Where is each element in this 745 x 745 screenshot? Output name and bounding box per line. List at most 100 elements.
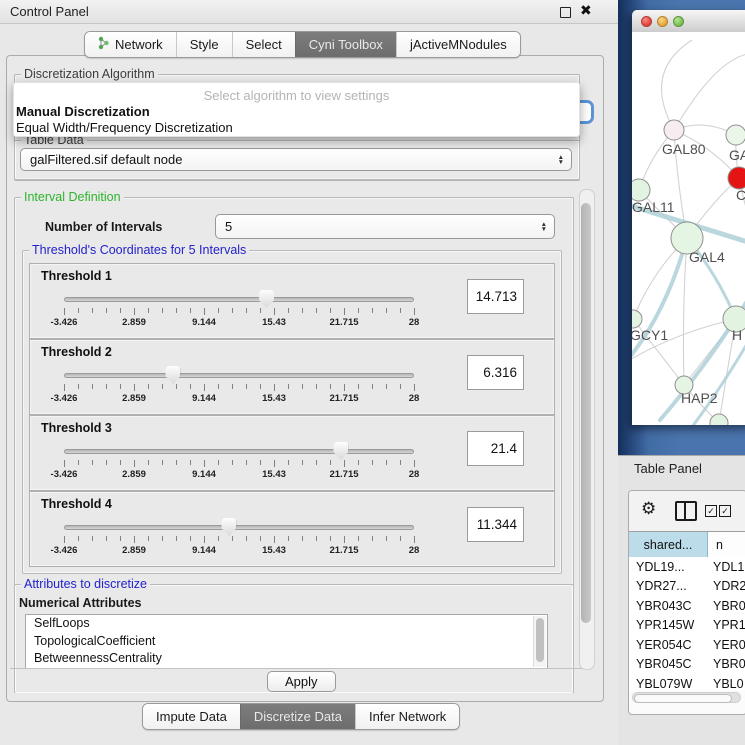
tab-cyni-toolbox[interactable]: Cyni Toolbox xyxy=(295,32,396,57)
table-row[interactable]: YER054CYER0 xyxy=(629,635,745,655)
network-node-red-node[interactable] xyxy=(728,167,745,189)
network-node-gcy1[interactable] xyxy=(632,310,642,328)
tick-label: 9.144 xyxy=(192,317,216,328)
table-header-shared[interactable]: shared... xyxy=(629,532,708,557)
tab-network[interactable]: Network xyxy=(85,32,176,57)
network-node-ga[interactable] xyxy=(726,125,745,145)
checkbox-icon[interactable]: ✓ xyxy=(719,505,731,517)
group-title-discretization-algorithm: Discretization Algorithm xyxy=(21,67,158,81)
numerical-attributes-list[interactable]: SelfLoopsTopologicalCoefficientBetweenne… xyxy=(25,614,548,669)
table-cell-shared: YBR043C xyxy=(629,599,707,613)
tab-jactivemnodules[interactable]: jActiveMNodules xyxy=(396,32,520,57)
slider-thumb[interactable] xyxy=(221,518,236,536)
tick-mark xyxy=(400,308,401,313)
threshold-box-1: Threshold 1-3.4262.8599.14415.4321.71528… xyxy=(29,263,555,339)
hscrollbar-thumb[interactable] xyxy=(634,694,732,703)
tick-mark xyxy=(148,536,149,541)
tick-mark xyxy=(414,308,415,315)
threshold-value-field[interactable]: 14.713 xyxy=(467,279,524,314)
network-node-gal80[interactable] xyxy=(664,120,684,140)
table-row[interactable]: YBR043CYBR0 xyxy=(629,596,745,616)
table-row[interactable]: YBR045CYBR0 xyxy=(629,655,745,675)
slider-thumb[interactable] xyxy=(333,442,348,460)
zoom-traffic-light-icon[interactable] xyxy=(673,16,684,27)
scrollbar-thumb[interactable] xyxy=(581,203,591,623)
attribute-list-item[interactable]: SelfLoops xyxy=(26,615,547,633)
main-scrollbar[interactable] xyxy=(579,189,595,670)
tick-label: 15.43 xyxy=(262,469,286,480)
popup-option-1[interactable]: Manual Discretization xyxy=(14,103,579,119)
slider-track[interactable] xyxy=(64,449,414,454)
close-traffic-light-icon[interactable] xyxy=(641,16,652,27)
slider[interactable]: -3.4262.8599.14415.4321.71528 xyxy=(64,416,414,490)
tick-label: 2.859 xyxy=(122,469,146,480)
popup-option-2[interactable]: Equal Width/Frequency Discretization xyxy=(14,119,579,135)
tick-mark xyxy=(330,384,331,389)
slider[interactable]: -3.4262.8599.14415.4321.71528 xyxy=(64,264,414,338)
tab-style[interactable]: Style xyxy=(176,32,232,57)
tick-mark xyxy=(106,308,107,313)
tick-mark xyxy=(204,536,205,543)
tick-label: 21.715 xyxy=(329,545,358,556)
apply-button[interactable]: Apply xyxy=(267,671,336,692)
checkbox-icon[interactable]: ✓ xyxy=(705,505,717,517)
table-header-name[interactable]: n xyxy=(708,532,745,557)
tab-select[interactable]: Select xyxy=(232,32,295,57)
network-window-titlebar[interactable] xyxy=(632,10,745,33)
close-icon[interactable]: ✖ xyxy=(580,2,592,19)
attribute-list-item[interactable]: TopologicalCoefficient xyxy=(26,633,547,651)
tab-infer-network[interactable]: Infer Network xyxy=(355,704,459,729)
tick-mark xyxy=(190,384,191,389)
tick-label: 21.715 xyxy=(329,317,358,328)
table-row[interactable]: YBL079WYBL0 xyxy=(629,674,745,690)
tick-mark xyxy=(92,460,93,465)
slider[interactable]: -3.4262.8599.14415.4321.71528 xyxy=(64,492,414,566)
tab-impute-data[interactable]: Impute Data xyxy=(143,704,240,729)
tick-mark xyxy=(64,384,65,391)
network-node-label: H xyxy=(732,327,742,343)
tick-mark xyxy=(344,308,345,315)
table-header-row: shared... n xyxy=(629,531,745,558)
tick-mark xyxy=(218,460,219,465)
list-scrollbar[interactable] xyxy=(533,616,546,667)
tick-mark xyxy=(78,384,79,389)
network-canvas[interactable]: GAL80GACGAL11GAL4GCY1HHAP2 xyxy=(632,32,745,425)
slider-track[interactable] xyxy=(64,525,414,530)
table-hscrollbar[interactable] xyxy=(632,692,741,703)
slider-thumb[interactable] xyxy=(165,366,180,384)
tick-mark xyxy=(92,536,93,541)
network-edge xyxy=(674,54,745,130)
tick-mark xyxy=(78,308,79,313)
table-row[interactable]: YPR145WYPR1 xyxy=(629,616,745,636)
columns-icon[interactable] xyxy=(675,501,697,521)
tick-mark xyxy=(274,460,275,467)
table-row[interactable]: YDR27...YDR2 xyxy=(629,577,745,597)
tab-discretize-data[interactable]: Discretize Data xyxy=(240,704,355,729)
slider-track[interactable] xyxy=(64,373,414,378)
tick-mark xyxy=(316,536,317,541)
tick-label: 2.859 xyxy=(122,317,146,328)
slider[interactable]: -3.4262.8599.14415.4321.71528 xyxy=(64,340,414,414)
threshold-value-field[interactable]: 11.344 xyxy=(467,507,524,542)
tick-label: 9.144 xyxy=(192,469,216,480)
network-node-gal11[interactable] xyxy=(632,179,650,201)
table-data-combo[interactable]: galFiltered.sif default node ▲▼ xyxy=(20,148,572,171)
gear-icon[interactable]: ⚙ xyxy=(641,499,656,519)
tick-mark xyxy=(134,460,135,467)
network-node-bottom-node[interactable] xyxy=(710,414,728,425)
network-node-label: GA xyxy=(729,147,745,163)
tick-mark xyxy=(274,308,275,315)
attribute-list-item[interactable]: BetweennessCentrality xyxy=(26,650,547,668)
tick-mark xyxy=(134,536,135,543)
table-cell-name: YER0 xyxy=(707,638,745,652)
float-panel-icon[interactable] xyxy=(560,7,571,18)
tick-mark xyxy=(330,460,331,465)
table-row[interactable]: YDL19...YDL1 xyxy=(629,557,745,577)
threshold-value-field[interactable]: 6.316 xyxy=(467,355,524,390)
minimize-traffic-light-icon[interactable] xyxy=(657,16,668,27)
slider-thumb[interactable] xyxy=(259,290,274,308)
number-of-intervals-combo[interactable]: 5 ▲▼ xyxy=(215,214,555,239)
threshold-value-field[interactable]: 21.4 xyxy=(467,431,524,466)
tick-mark xyxy=(344,536,345,543)
slider-track[interactable] xyxy=(64,297,414,302)
